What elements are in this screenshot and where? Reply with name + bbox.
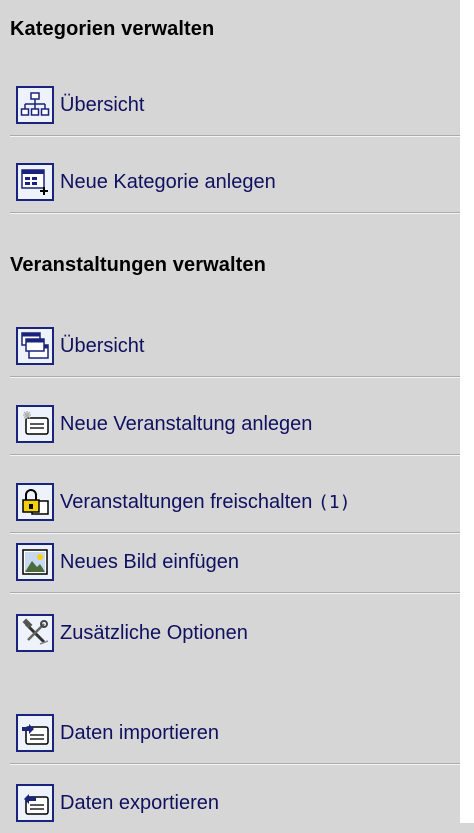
menu-export-data[interactable]: Daten exportieren (10, 773, 460, 833)
menu-label: Übersicht (60, 93, 145, 116)
new-window-icon (16, 163, 54, 201)
categories-heading: Kategorien verwalten (10, 18, 215, 40)
events-heading: Veranstaltungen verwalten (10, 254, 266, 276)
menu-new-category[interactable]: Neue Kategorie anlegen (10, 152, 460, 213)
menu-label: Übersicht (60, 334, 145, 357)
menu-additional-options[interactable]: Zusätzliche Optionen (10, 603, 460, 663)
menu-import-data[interactable]: Daten importieren (10, 703, 460, 764)
menu-label: Neue Kategorie anlegen (60, 170, 276, 193)
menu-new-event[interactable]: Neue Veranstaltung anlegen (10, 394, 460, 455)
export-icon (16, 784, 54, 822)
menu-label: Daten importieren (60, 721, 219, 744)
admin-menu-panel: Kategorien verwalten Übersicht Neue Kate… (0, 0, 460, 823)
menu-unlock-events[interactable]: Veranstaltungen freischalten (1) (10, 472, 460, 533)
menu-label: Daten exportieren (60, 791, 219, 814)
menu-label: Veranstaltungen freischalten (1) (60, 490, 351, 513)
menu-label: Neue Veranstaltung anlegen (60, 412, 313, 435)
tools-icon (16, 614, 54, 652)
tree-structure-icon (16, 86, 54, 124)
pending-count: (1) (317, 491, 351, 513)
menu-label: Neues Bild einfügen (60, 550, 240, 573)
menu-label: Zusätzliche Optionen (60, 621, 248, 644)
stacked-windows-icon (16, 327, 54, 365)
import-icon (16, 714, 54, 752)
picture-icon (16, 543, 54, 581)
new-card-icon (16, 405, 54, 443)
menu-insert-image[interactable]: Neues Bild einfügen (10, 532, 460, 593)
menu-categories-overview[interactable]: Übersicht (10, 75, 460, 136)
menu-events-overview[interactable]: Übersicht (10, 316, 460, 377)
lock-icon (16, 483, 54, 521)
page-edge (460, 0, 474, 823)
